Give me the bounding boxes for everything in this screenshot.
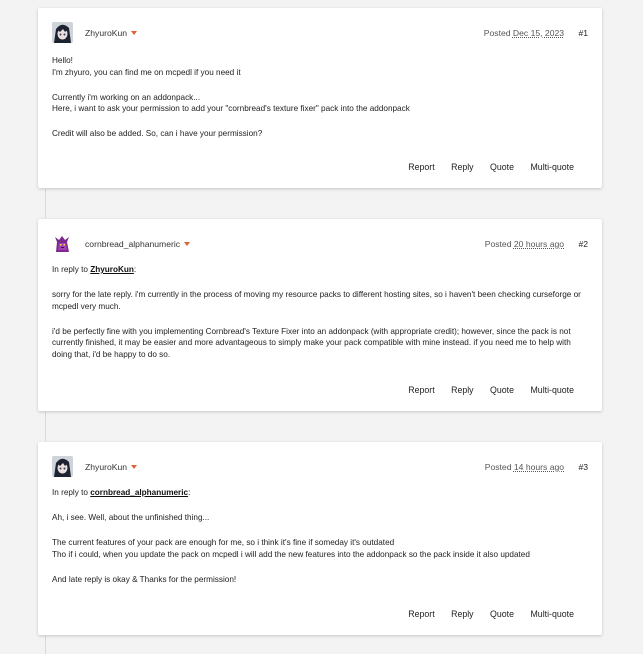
multiquote-button[interactable]: Multi-quote bbox=[530, 609, 574, 619]
author-name[interactable]: ZhyuroKun bbox=[85, 28, 138, 38]
post-actions: Report Reply Quote Multi-quote bbox=[394, 385, 574, 395]
post-meta: Posted 20 hours ago #2 bbox=[485, 239, 588, 249]
report-button[interactable]: Report bbox=[408, 162, 434, 172]
quote-button[interactable]: Quote bbox=[490, 162, 514, 172]
thread-connector bbox=[45, 189, 46, 218]
post-meta: Posted Dec 15, 2023 #1 bbox=[484, 28, 588, 38]
forum-post: cornbread_alphanumeric Posted 20 hours a… bbox=[38, 219, 602, 411]
post-body: Hello! I'm zhyuro, you can find me on mcp… bbox=[52, 55, 588, 153]
post-header: ZhyuroKun Posted Dec 15, 2023 #1 bbox=[52, 22, 588, 44]
posted-label: Posted bbox=[483, 28, 511, 38]
multiquote-button[interactable]: Multi-quote bbox=[530, 385, 574, 395]
post-actions: Report Reply Quote Multi-quote bbox=[394, 609, 574, 619]
reply-to-line: In reply to ZhyuroKun: bbox=[52, 265, 137, 274]
posted-label: Posted bbox=[484, 462, 512, 472]
post-paragraph: Currently i'm working on an addonpack...… bbox=[52, 92, 410, 114]
report-button[interactable]: Report bbox=[408, 385, 434, 395]
reply-to-link[interactable]: cornbread_alphanumeric bbox=[90, 488, 188, 497]
forum-post: ZhyuroKun Posted Dec 15, 2023 #1 Hello! I… bbox=[38, 8, 602, 188]
post-number[interactable]: #2 bbox=[578, 239, 588, 249]
post-header: ZhyuroKun Posted 14 hours ago #3 bbox=[52, 456, 588, 478]
multiquote-button[interactable]: Multi-quote bbox=[530, 162, 574, 172]
post-date[interactable]: 14 hours ago bbox=[514, 462, 564, 472]
post-paragraph: Ah, i see. Well, about the unfinished th… bbox=[52, 513, 210, 522]
post-header: cornbread_alphanumeric Posted 20 hours a… bbox=[52, 233, 588, 255]
thread-connector bbox=[45, 412, 46, 441]
avatar[interactable] bbox=[52, 22, 73, 43]
author-name[interactable]: ZhyuroKun bbox=[85, 462, 138, 472]
reply-button[interactable]: Reply bbox=[451, 385, 474, 395]
author-name[interactable]: cornbread_alphanumeric bbox=[85, 239, 191, 249]
chevron-down-icon[interactable] bbox=[184, 242, 191, 246]
avatar[interactable] bbox=[52, 233, 73, 254]
post-number[interactable]: #3 bbox=[578, 462, 588, 472]
post-paragraph: Hello! I'm zhyuro, you can find me on mcp… bbox=[52, 56, 241, 77]
chevron-down-icon[interactable] bbox=[131, 31, 138, 35]
post-date[interactable]: 20 hours ago bbox=[514, 239, 564, 249]
reply-button[interactable]: Reply bbox=[451, 162, 474, 172]
quote-button[interactable]: Quote bbox=[490, 385, 514, 395]
post-number[interactable]: #1 bbox=[578, 28, 588, 38]
post-paragraph: And late reply is okay & Thanks for the … bbox=[52, 574, 237, 584]
chevron-down-icon[interactable] bbox=[131, 465, 138, 469]
post-paragraph: The current features of your pack are en… bbox=[52, 538, 530, 559]
post-date[interactable]: Dec 15, 2023 bbox=[513, 28, 564, 38]
quote-button[interactable]: Quote bbox=[490, 609, 514, 619]
reply-to-line: In reply to cornbread_alphanumeric: bbox=[52, 488, 191, 497]
posted-label: Posted bbox=[484, 239, 512, 249]
report-button[interactable]: Report bbox=[408, 609, 434, 619]
post-meta: Posted 14 hours ago #3 bbox=[485, 462, 588, 472]
post-actions: Report Reply Quote Multi-quote bbox=[394, 162, 574, 172]
post-paragraph: sorry for the late reply. i'm currently … bbox=[52, 290, 581, 311]
post-paragraph: Credit will also be added. So, can i hav… bbox=[52, 129, 263, 138]
post-body: In reply to cornbread_alphanumeric: Ah, … bbox=[52, 487, 588, 599]
avatar[interactable] bbox=[52, 456, 73, 477]
reply-button[interactable]: Reply bbox=[451, 609, 474, 619]
forum-post: ZhyuroKun Posted 14 hours ago #3 In repl… bbox=[38, 442, 602, 635]
reply-to-link[interactable]: ZhyuroKun bbox=[90, 265, 134, 274]
post-body: In reply to ZhyuroKun: sorry for the lat… bbox=[52, 264, 588, 374]
post-paragraph: i'd be perfectly fine with you implement… bbox=[52, 326, 571, 359]
thread-connector bbox=[45, 636, 46, 654]
